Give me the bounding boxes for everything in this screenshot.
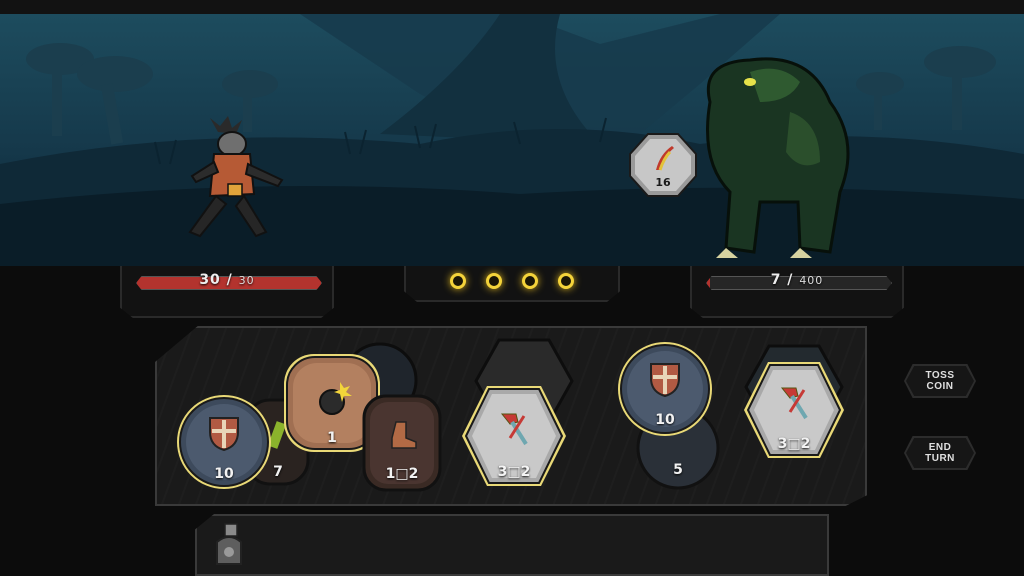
token-value: 1□2 — [385, 466, 419, 482]
end-turn-button[interactable]: END TURN — [904, 436, 976, 470]
player-hp-max: 30 — [238, 274, 255, 287]
token-value: 10 — [214, 466, 234, 482]
token-hammer-3x2-a[interactable]: 3□2 — [460, 384, 568, 488]
enemy-intent-token[interactable]: 16 — [628, 132, 698, 198]
shield-icon — [209, 417, 239, 452]
coin-icon — [522, 273, 538, 289]
top-strip — [0, 0, 1024, 14]
toss-coin-button[interactable]: TOSS COIN — [904, 364, 976, 398]
player-hp-value: 30 — [199, 272, 221, 288]
token-shield-10-b[interactable]: 10 — [614, 340, 716, 438]
hammer-sword-icon — [780, 387, 808, 420]
player-status-panel: 30 / 30 — [120, 266, 334, 318]
token-value: 10 — [655, 412, 675, 428]
slash-attack-icon — [656, 146, 674, 171]
player-character[interactable] — [170, 114, 290, 244]
shield-icon — [650, 363, 680, 398]
enemy-beast[interactable] — [690, 52, 860, 262]
bomb-icon — [319, 382, 352, 415]
coin-icon — [486, 273, 502, 289]
token-value: 1 — [327, 430, 337, 446]
coin-panel — [404, 266, 620, 302]
enemy-hp-text: 7 / 400 — [770, 272, 824, 288]
toss-coin-label: TOSS COIN — [906, 366, 974, 396]
token-value: 3□2 — [497, 464, 531, 480]
hammer-sword-icon — [500, 413, 528, 446]
enemy-hp-max: 400 — [799, 274, 824, 287]
enemy-status-panel: 7 / 400 — [690, 266, 904, 318]
end-turn-label: END TURN — [906, 438, 974, 468]
battle-scene: 16 — [0, 14, 1024, 266]
enemy-hp-value: 7 — [770, 272, 782, 288]
token-boot-1x2[interactable]: 1□2 — [360, 392, 444, 494]
coin-icon — [558, 273, 574, 289]
player-hp-text: 30 / 30 — [199, 272, 255, 288]
enemy-intent-value: 16 — [655, 176, 671, 189]
bottom-tray — [195, 514, 829, 576]
token-value: 3□2 — [777, 436, 811, 452]
token-value: 5 — [673, 462, 683, 478]
bag-icon[interactable] — [209, 522, 249, 570]
boot-icon — [391, 421, 417, 449]
coin-icon — [450, 273, 466, 289]
token-shield-10[interactable]: 10 — [174, 392, 274, 492]
token-hammer-3x2-b[interactable]: 3□2 — [742, 360, 846, 460]
